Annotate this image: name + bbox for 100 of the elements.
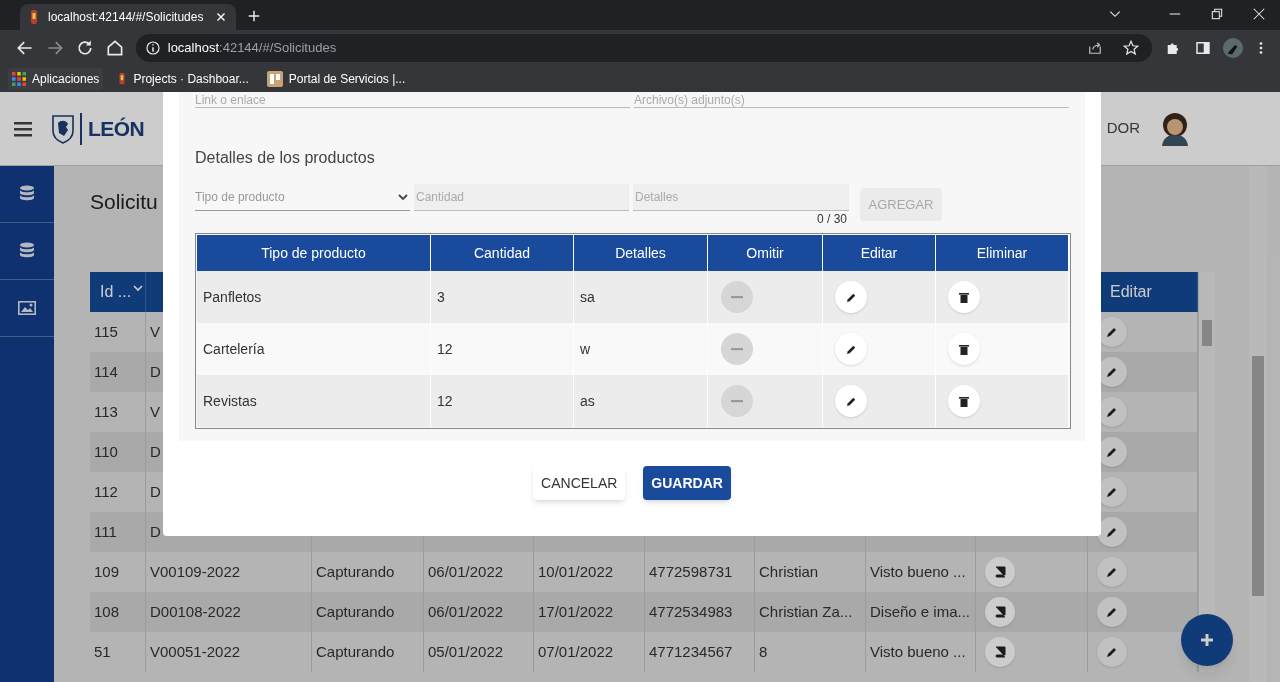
restore-icon[interactable]	[1210, 7, 1224, 21]
new-tab-icon[interactable]	[246, 8, 262, 24]
table-cell-text: Visto bueno ...	[870, 561, 966, 582]
view-button[interactable]	[985, 557, 1015, 587]
favicon-icon	[117, 71, 128, 86]
details-field[interactable]: Detalles	[633, 184, 849, 211]
image-icon	[18, 301, 36, 315]
edit-button[interactable]	[1097, 517, 1127, 547]
table-cell-text: Capturando	[316, 561, 395, 582]
floating-add-button[interactable]	[1181, 614, 1233, 666]
table-cell-text: 111	[94, 521, 117, 542]
info-icon[interactable]	[143, 38, 162, 57]
input-field[interactable]: Archivo(s) adjunto(s)	[634, 92, 1069, 108]
table-cell-text: 4772598731	[649, 561, 733, 582]
table-cell-text: 17/01/2022	[538, 601, 614, 622]
pencil-icon	[845, 395, 857, 407]
save-button[interactable]: GUARDAR	[643, 466, 731, 500]
pencil-icon	[1106, 366, 1118, 378]
book-icon	[994, 566, 1006, 578]
portal-icon	[266, 70, 283, 87]
table-cell-text: 3	[437, 287, 445, 307]
table-cell-text: 12	[437, 339, 453, 359]
minus-icon	[731, 347, 743, 351]
table-cell-text: Diseño e ima...	[870, 601, 971, 622]
delete-button[interactable]	[948, 385, 980, 417]
table-cell-text: 4772534983	[649, 601, 733, 622]
table-cell-text: 108	[94, 601, 120, 622]
table-cell-text: Panfletos	[203, 287, 262, 307]
pencil-icon	[1106, 646, 1118, 658]
url-text: localhost:42144/#/Solicitudes	[167, 38, 338, 57]
column-header[interactable]: Editar	[1110, 280, 1152, 304]
menu-icon[interactable]	[14, 120, 32, 137]
table-cell-text: V	[150, 401, 160, 422]
table-cell-text: 10/01/2022	[538, 561, 614, 582]
table-cell-text: 114	[94, 361, 118, 382]
tab-title: localhost:42144/#/Solicitudes	[48, 9, 205, 26]
avatar-icon[interactable]	[1222, 36, 1245, 59]
bookmark[interactable]: Aplicaciones	[8, 67, 104, 90]
trash-icon	[959, 395, 969, 407]
table-cell-text: 110	[94, 441, 118, 462]
edit-button[interactable]	[1097, 597, 1127, 627]
quantity-field[interactable]: Cantidad	[414, 184, 629, 211]
table-cell-text: 109	[94, 561, 120, 582]
bookmark[interactable]: Portal de Servicios |...	[262, 67, 410, 90]
table-cell-text: 05/01/2022	[428, 641, 504, 662]
close-icon[interactable]	[1252, 7, 1266, 21]
table-cell-text: D00108-2022	[150, 601, 241, 622]
table-cell-text: 06/01/2022	[428, 601, 504, 622]
table-cell-text: D	[150, 361, 161, 382]
table-cell-text: 12	[437, 391, 453, 411]
delete-button[interactable]	[948, 333, 980, 365]
table-cell-text: V	[150, 321, 160, 342]
table-cell-text: 8	[759, 641, 768, 662]
pencil-icon	[1106, 606, 1118, 618]
book-icon	[994, 646, 1006, 658]
edit-button[interactable]	[1097, 637, 1127, 667]
view-button[interactable]	[985, 597, 1015, 627]
table-cell-text: 06/01/2022	[428, 561, 504, 582]
table-cell-text: Revistas	[203, 391, 257, 411]
shield-icon	[52, 113, 74, 144]
section-title: Detalles de los productos	[195, 148, 376, 168]
table-cell-text: Cartelería	[203, 339, 265, 359]
view-button[interactable]	[985, 637, 1015, 667]
table-cell-text: V00109-2022	[150, 561, 241, 582]
bookmark[interactable]: Projects · Dashboar...	[113, 67, 253, 90]
edit-button[interactable]	[1097, 557, 1127, 587]
table-cell-text: D	[150, 441, 161, 462]
apps-grid-icon	[12, 71, 26, 86]
favicon-icon	[28, 9, 40, 25]
delete-button[interactable]	[948, 281, 980, 313]
user-avatar-icon[interactable]	[1160, 111, 1190, 146]
table-cell-text: V00051-2022	[150, 641, 241, 662]
table-cell-text: w	[580, 339, 591, 359]
table-cell-text: as	[580, 391, 595, 411]
scrollbar[interactable]	[1249, 166, 1266, 682]
table-cell-text: sa	[580, 287, 595, 307]
plus-icon	[1200, 633, 1214, 647]
caret-icon	[398, 193, 408, 201]
pencil-icon	[845, 343, 857, 355]
pencil-icon	[1106, 486, 1118, 498]
table-cell-text: D	[150, 521, 161, 542]
database-icon	[19, 242, 35, 260]
input-field[interactable]: Link o enlace	[195, 92, 630, 108]
user-name: DOR	[1106, 118, 1140, 139]
sort-icon[interactable]	[133, 284, 144, 292]
table-cell-text: Capturando	[316, 641, 395, 662]
browser-tab[interactable]: localhost:42144/#/Solicitudes	[20, 4, 236, 30]
address-bar[interactable]: localhost:42144/#/Solicitudes	[135, 33, 1153, 62]
logo-text: LEÓN	[88, 115, 145, 142]
column-header[interactable]: Id ...	[100, 280, 132, 304]
star-icon[interactable]	[1122, 38, 1141, 57]
book-icon	[994, 606, 1006, 618]
cancel-button[interactable]: CANCELAR	[533, 466, 626, 500]
table-cell-text: Visto bueno ...	[870, 641, 966, 662]
pencil-icon	[1106, 566, 1118, 578]
trash-icon	[959, 343, 969, 355]
pencil-icon	[1106, 406, 1118, 418]
pencil-icon	[845, 291, 857, 303]
table-cell-text: 51	[94, 641, 111, 662]
table-cell-text: 112	[94, 481, 118, 502]
